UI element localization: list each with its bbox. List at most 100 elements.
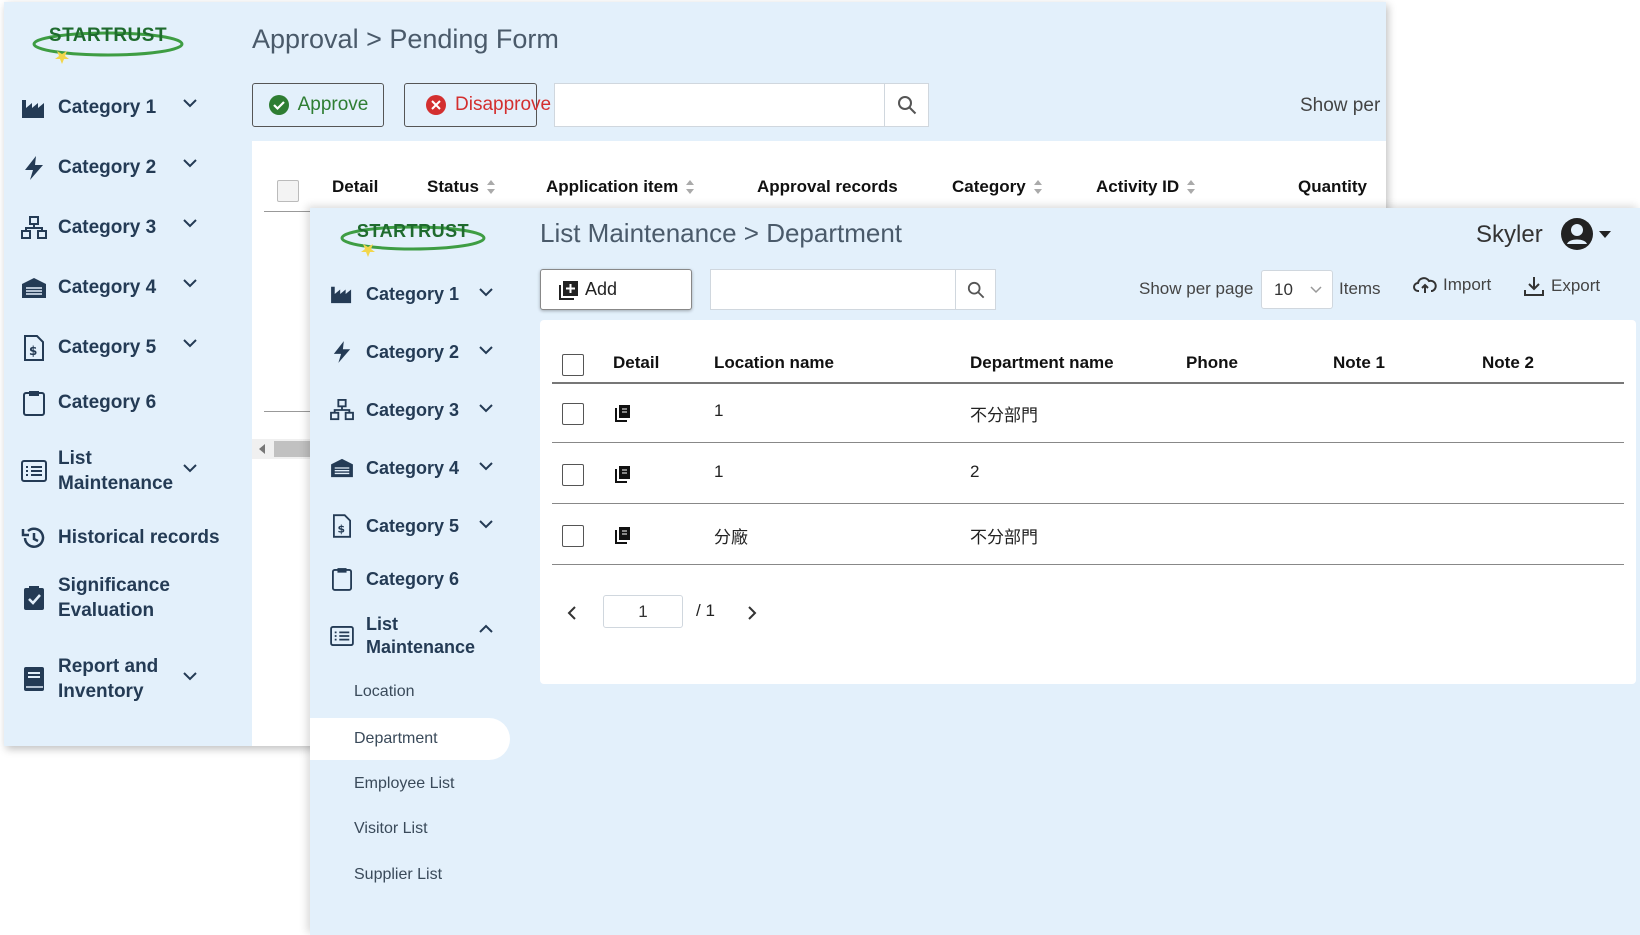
search-input[interactable] — [554, 83, 929, 127]
table-row[interactable]: 1 不分部門 — [552, 383, 1624, 443]
column-header-note-1[interactable]: Note 1 — [1333, 353, 1385, 373]
submenu-item-department[interactable]: Department — [310, 718, 510, 760]
prev-page-icon[interactable] — [566, 605, 578, 621]
chevron-down-icon — [479, 462, 493, 471]
sidebar-item-category-4[interactable]: Category 4 — [20, 271, 210, 305]
sidebar-item-historical-records[interactable]: Historical records — [20, 521, 230, 555]
sort-icon — [486, 178, 496, 196]
select-all-checkbox[interactable] — [562, 354, 584, 376]
import-button[interactable]: Import — [1413, 275, 1491, 295]
chevron-down-icon — [479, 404, 493, 413]
sort-icon — [1186, 178, 1196, 196]
page-number-value: 1 — [638, 601, 648, 621]
search-button[interactable] — [955, 270, 995, 309]
search-button[interactable] — [884, 84, 928, 126]
sidebar-item-label: Category 3 — [58, 217, 157, 238]
copy-detail-icon[interactable] — [615, 465, 631, 483]
user-avatar-icon — [1561, 218, 1593, 250]
search-icon — [967, 281, 984, 298]
page-total: / 1 — [696, 601, 715, 620]
column-header-location-name[interactable]: Location name — [714, 353, 834, 373]
column-header-status[interactable]: Status — [427, 177, 496, 197]
per-page-select[interactable]: 10 — [1261, 270, 1333, 309]
startrust-logo[interactable]: STARTRUST — [338, 214, 488, 257]
add-button[interactable]: Add — [540, 269, 692, 310]
column-header-detail[interactable]: Detail — [613, 353, 659, 373]
sort-icon — [1033, 178, 1043, 196]
sidebar-item-category-4[interactable]: Category 4 — [328, 452, 508, 484]
row-checkbox[interactable] — [562, 403, 584, 425]
sidebar-item-label: Category 5 — [58, 337, 157, 358]
column-header-detail[interactable]: Detail — [332, 177, 378, 197]
items-label: Items — [1339, 279, 1381, 298]
cell-department: 不分部門 — [970, 528, 1038, 547]
sidebar-item-category-1[interactable]: Category 1 — [328, 278, 508, 310]
svg-text:$: $ — [29, 344, 37, 358]
column-header-phone[interactable]: Phone — [1186, 353, 1238, 373]
column-header-approval-records[interactable]: Approval records — [757, 177, 898, 197]
copy-detail-icon[interactable] — [615, 526, 631, 544]
cell-location: 1 — [714, 401, 724, 420]
download-icon — [1524, 277, 1544, 296]
sidebar-item-label: Report and — [58, 656, 159, 677]
sidebar-item-label: List — [58, 448, 92, 469]
sidebar-item-significance-evaluation[interactable]: Significance Evaluation — [20, 572, 230, 624]
column-header-department-name[interactable]: Department name — [970, 353, 1114, 373]
sort-icon — [685, 178, 695, 196]
department-table-panel: Detail Location name Department name Pho… — [540, 320, 1636, 684]
sidebar-item-label-line2: Evaluation — [58, 600, 155, 621]
column-header-application-item[interactable]: Application item — [546, 177, 695, 197]
sidebar-item-label: Category 6 — [366, 568, 460, 589]
user-menu[interactable] — [1560, 216, 1620, 252]
approve-button[interactable]: Approve — [252, 83, 384, 127]
table-row[interactable]: 1 2 — [552, 444, 1624, 504]
cell-location: 分廠 — [714, 528, 748, 547]
column-header-quantity[interactable]: Quantity — [1298, 177, 1367, 197]
cell-department: 不分部門 — [970, 406, 1038, 425]
sidebar-item-category-3[interactable]: Category 3 — [20, 211, 210, 245]
scrollbar-thumb[interactable] — [274, 441, 314, 457]
search-input[interactable] — [710, 269, 996, 310]
column-header-activity-id[interactable]: Activity ID — [1096, 177, 1196, 197]
sidebar-item-label: Significance — [58, 575, 170, 596]
sidebar-item-list-maintenance[interactable]: List Maintenance — [20, 445, 210, 497]
submenu-item-visitor-list[interactable]: Visitor List — [310, 809, 510, 849]
row-checkbox[interactable] — [562, 464, 584, 486]
sidebar-item-category-6[interactable]: Category 6 — [328, 563, 508, 595]
breadcrumb: Approval > Pending Form — [252, 24, 559, 54]
network-icon — [328, 396, 356, 424]
column-header-note-2[interactable]: Note 2 — [1482, 353, 1534, 373]
submenu-item-supplier-list[interactable]: Supplier List — [310, 855, 510, 895]
sidebar-item-list-maintenance[interactable]: List Maintenance — [328, 612, 508, 660]
disapprove-button[interactable]: Disapprove — [404, 83, 551, 127]
svg-text:$: $ — [338, 522, 346, 535]
sidebar-item-category-5[interactable]: $ Category 5 — [328, 510, 508, 542]
sidebar-item-category-6[interactable]: Category 6 — [20, 386, 210, 420]
submenu-item-location[interactable]: Location — [310, 672, 510, 712]
invoice-icon: $ — [328, 512, 356, 540]
chevron-up-icon — [479, 624, 493, 633]
department-window: STARTRUST Category 1 Category 2 Category… — [310, 208, 1640, 935]
chevron-down-icon — [183, 159, 197, 168]
startrust-logo[interactable]: STARTRUST — [30, 20, 186, 64]
warehouse-icon — [20, 274, 48, 302]
export-label: Export — [1551, 276, 1601, 295]
sidebar-item-category-2[interactable]: Category 2 — [328, 336, 508, 368]
sidebar-item-category-2[interactable]: Category 2 — [20, 151, 210, 185]
table-row[interactable]: 分廠 不分部門 — [552, 505, 1624, 565]
sidebar-item-category-1[interactable]: Category 1 — [20, 91, 210, 125]
next-page-icon[interactable] — [746, 605, 758, 621]
column-header-category[interactable]: Category — [952, 177, 1043, 197]
logo-text: STARTRUST — [356, 220, 470, 241]
page-number-input[interactable]: 1 — [603, 595, 683, 628]
sidebar-item-report-inventory[interactable]: Report and Inventory — [20, 653, 230, 705]
sidebar-item-category-5[interactable]: $ Category 5 — [20, 331, 210, 365]
sidebar-item-category-3[interactable]: Category 3 — [328, 394, 508, 426]
cloud-upload-icon — [1413, 277, 1437, 293]
copy-detail-icon[interactable] — [615, 404, 631, 422]
submenu-item-employee-list[interactable]: Employee List — [310, 764, 510, 804]
export-button[interactable]: Export — [1523, 275, 1600, 297]
select-all-checkbox[interactable] — [277, 180, 299, 202]
row-checkbox[interactable] — [562, 525, 584, 547]
clipboard-icon — [328, 565, 356, 593]
